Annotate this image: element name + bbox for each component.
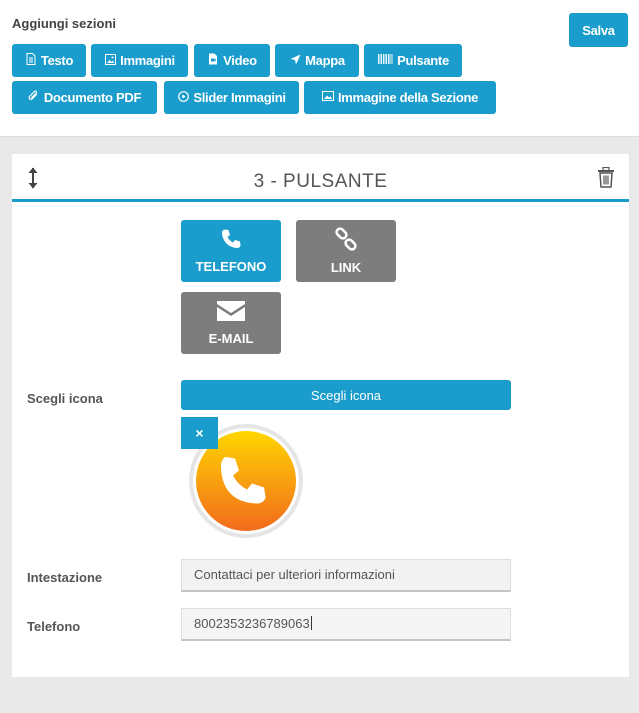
section-label: Immagine della Sezione [337,90,479,105]
add-section-image-button[interactable]: Immagine della Sezione [304,81,496,114]
picture-icon [321,91,334,104]
type-label: LINK [330,260,362,275]
type-phone-button[interactable]: TELEFONO [181,220,281,282]
video-file-icon [207,53,219,68]
add-sections-bar: Aggiungi sezioni Salva Testo Immagini Vi… [0,0,639,137]
section-label: Pulsante [397,53,449,68]
add-sections-title: Aggiungi sezioni [12,16,116,31]
type-link-button[interactable]: LINK [296,220,396,282]
add-map-section-button[interactable]: Mappa [275,44,359,77]
remove-icon-button[interactable]: × [181,417,218,449]
play-circle-icon [177,90,189,105]
section-label: Video [223,53,257,68]
save-button[interactable]: Salva [569,13,628,47]
barcode-icon [377,54,393,67]
type-email-button[interactable]: E-MAIL [181,292,281,354]
image-icon [104,53,116,68]
paperclip-icon [28,90,40,105]
heading-label: Intestazione [27,570,103,585]
heading-input[interactable]: Contattaci per ulteriori informazioni [181,559,511,592]
add-slider-section-button[interactable]: Slider Immagini [164,81,299,114]
section-label: Immagini [120,53,175,68]
add-video-section-button[interactable]: Video [194,44,270,77]
section-label: Mappa [305,53,345,68]
section-header: 3 - PULSANTE [12,154,629,202]
type-label: TELEFONO [195,259,267,274]
file-text-icon [25,53,37,68]
add-text-section-button[interactable]: Testo [12,44,86,77]
section-title: 3 - PULSANTE [253,171,388,192]
type-label: E-MAIL [208,331,254,346]
section-label: Testo [40,53,74,68]
add-button-section-button[interactable]: Pulsante [364,44,462,77]
section-label: Documento PDF [43,90,142,105]
icon-label: Scegli icona [27,391,103,406]
phone-label: Telefono [27,619,81,634]
add-images-section-button[interactable]: Immagini [91,44,188,77]
section-label: Slider Immagini [193,90,286,105]
link-icon [334,227,358,254]
phone-input[interactable]: 8002353236789063 [181,608,511,641]
location-arrow-icon [289,54,301,68]
add-pdf-section-button[interactable]: Documento PDF [12,81,157,114]
envelope-icon [216,300,246,325]
phone-icon [220,228,242,253]
choose-icon-button[interactable]: Scegli icona [181,380,511,410]
button-section-panel: 3 - PULSANTE TELEFONO LINK E-MAIL Scegli… [12,154,629,677]
trash-icon[interactable] [597,166,615,188]
